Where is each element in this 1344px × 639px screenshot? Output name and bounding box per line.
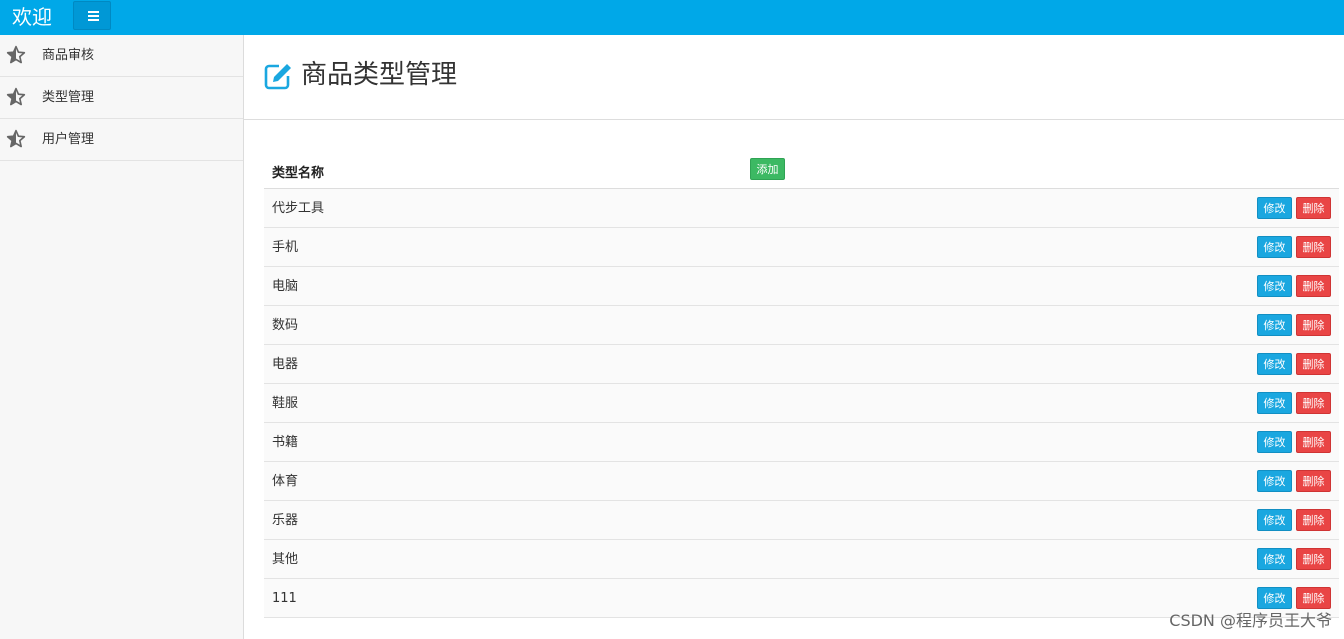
edit-button[interactable]: 修改 [1257, 470, 1292, 492]
sidebar-item-label: 类型管理 [42, 90, 95, 105]
delete-button[interactable]: 删除 [1296, 392, 1331, 414]
delete-button[interactable]: 删除 [1296, 587, 1331, 609]
add-button[interactable]: 添加 [750, 158, 785, 180]
brand-title[interactable]: 欢迎 [12, 3, 52, 31]
type-name-cell: 其他 [272, 552, 299, 567]
star-icon [6, 87, 26, 106]
type-name-cell: 体育 [272, 474, 299, 489]
edit-button[interactable]: 修改 [1257, 431, 1292, 453]
type-name-cell: 乐器 [272, 513, 299, 528]
hamburger-icon [88, 11, 99, 13]
page-header: 商品类型管理 [244, 35, 1344, 120]
sidebar-item-type-management[interactable]: 类型管理 [0, 77, 243, 119]
delete-button[interactable]: 删除 [1296, 509, 1331, 531]
sidebar: 商品审核 类型管理 用户管理 [0, 35, 244, 639]
table-row: 电脑 修改 删除 [264, 267, 1339, 306]
edit-button[interactable]: 修改 [1257, 509, 1292, 531]
delete-button[interactable]: 删除 [1296, 353, 1331, 375]
type-name-cell: 书籍 [272, 435, 299, 450]
table-header-row: 类型名称 添加 [264, 153, 1339, 189]
sidebar-item-label: 用户管理 [42, 132, 95, 147]
main-content: 商品类型管理 类型名称 添加 代步工具 修改 删除 手机 修改 删除 电脑 修改 删除 数码 修改删… [244, 35, 1344, 639]
table-row: 体育 修改 删除 [264, 462, 1339, 501]
type-name-cell: 数码 [272, 318, 299, 333]
delete-button[interactable]: 删除 [1296, 548, 1331, 570]
table-row: 手机 修改 删除 [264, 228, 1339, 267]
type-name-cell: 111 [272, 591, 297, 606]
delete-button[interactable]: 删除 [1296, 236, 1331, 258]
type-name-cell: 电器 [272, 357, 299, 372]
delete-button[interactable]: 删除 [1296, 470, 1331, 492]
edit-button[interactable]: 修改 [1257, 236, 1292, 258]
edit-icon [264, 64, 291, 90]
edit-button[interactable]: 修改 [1257, 353, 1292, 375]
table-row: 电器 修改 删除 [264, 345, 1339, 384]
sidebar-item-user-management[interactable]: 用户管理 [0, 119, 243, 161]
type-name-cell: 鞋服 [272, 396, 299, 411]
sidebar-item-product-review[interactable]: 商品审核 [0, 35, 243, 77]
hamburger-icon [88, 19, 99, 21]
type-table: 类型名称 添加 代步工具 修改 删除 手机 修改 删除 电脑 修改 删除 数码 修改 删除 电器 修改 删除… [264, 153, 1339, 618]
sidebar-item-label: 商品审核 [42, 48, 95, 63]
table-row: 乐器 修改 删除 [264, 501, 1339, 540]
table-row: 数码 修改 删除 [264, 306, 1339, 345]
edit-button[interactable]: 修改 [1257, 548, 1292, 570]
type-name-cell: 手机 [272, 240, 299, 255]
delete-button[interactable]: 删除 [1296, 314, 1331, 336]
edit-button[interactable]: 修改 [1257, 197, 1292, 219]
edit-button[interactable]: 修改 [1257, 275, 1292, 297]
edit-button[interactable]: 修改 [1257, 314, 1292, 336]
table-row: 其他 修改 删除 [264, 540, 1339, 579]
type-name-cell: 代步工具 [272, 201, 325, 216]
top-navbar: 欢迎 [0, 0, 1344, 35]
watermark: CSDN @程序员王大爷 [1169, 611, 1332, 630]
edit-button[interactable]: 修改 [1257, 392, 1292, 414]
table-row: 代步工具 修改 删除 [264, 189, 1339, 228]
hamburger-icon [88, 15, 99, 17]
table-row: 鞋服 修改 删除 [264, 384, 1339, 423]
page-title: 商品类型管理 [301, 60, 458, 90]
table-body: 代步工具 修改 删除 手机 修改 删除 电脑 修改 删除 数码 修改 删除 电器 修改 删除 鞋服 修改 删除 书籍… [264, 189, 1339, 618]
delete-button[interactable]: 删除 [1296, 431, 1331, 453]
star-icon [6, 129, 26, 148]
edit-button[interactable]: 修改 [1257, 587, 1292, 609]
table-row: 书籍 修改 删除 [264, 423, 1339, 462]
menu-toggle-button[interactable] [73, 1, 111, 30]
delete-button[interactable]: 删除 [1296, 275, 1331, 297]
delete-button[interactable]: 删除 [1296, 197, 1331, 219]
star-icon [6, 45, 26, 64]
type-name-cell: 电脑 [272, 279, 299, 294]
column-header-type-name: 类型名称 [272, 166, 325, 181]
